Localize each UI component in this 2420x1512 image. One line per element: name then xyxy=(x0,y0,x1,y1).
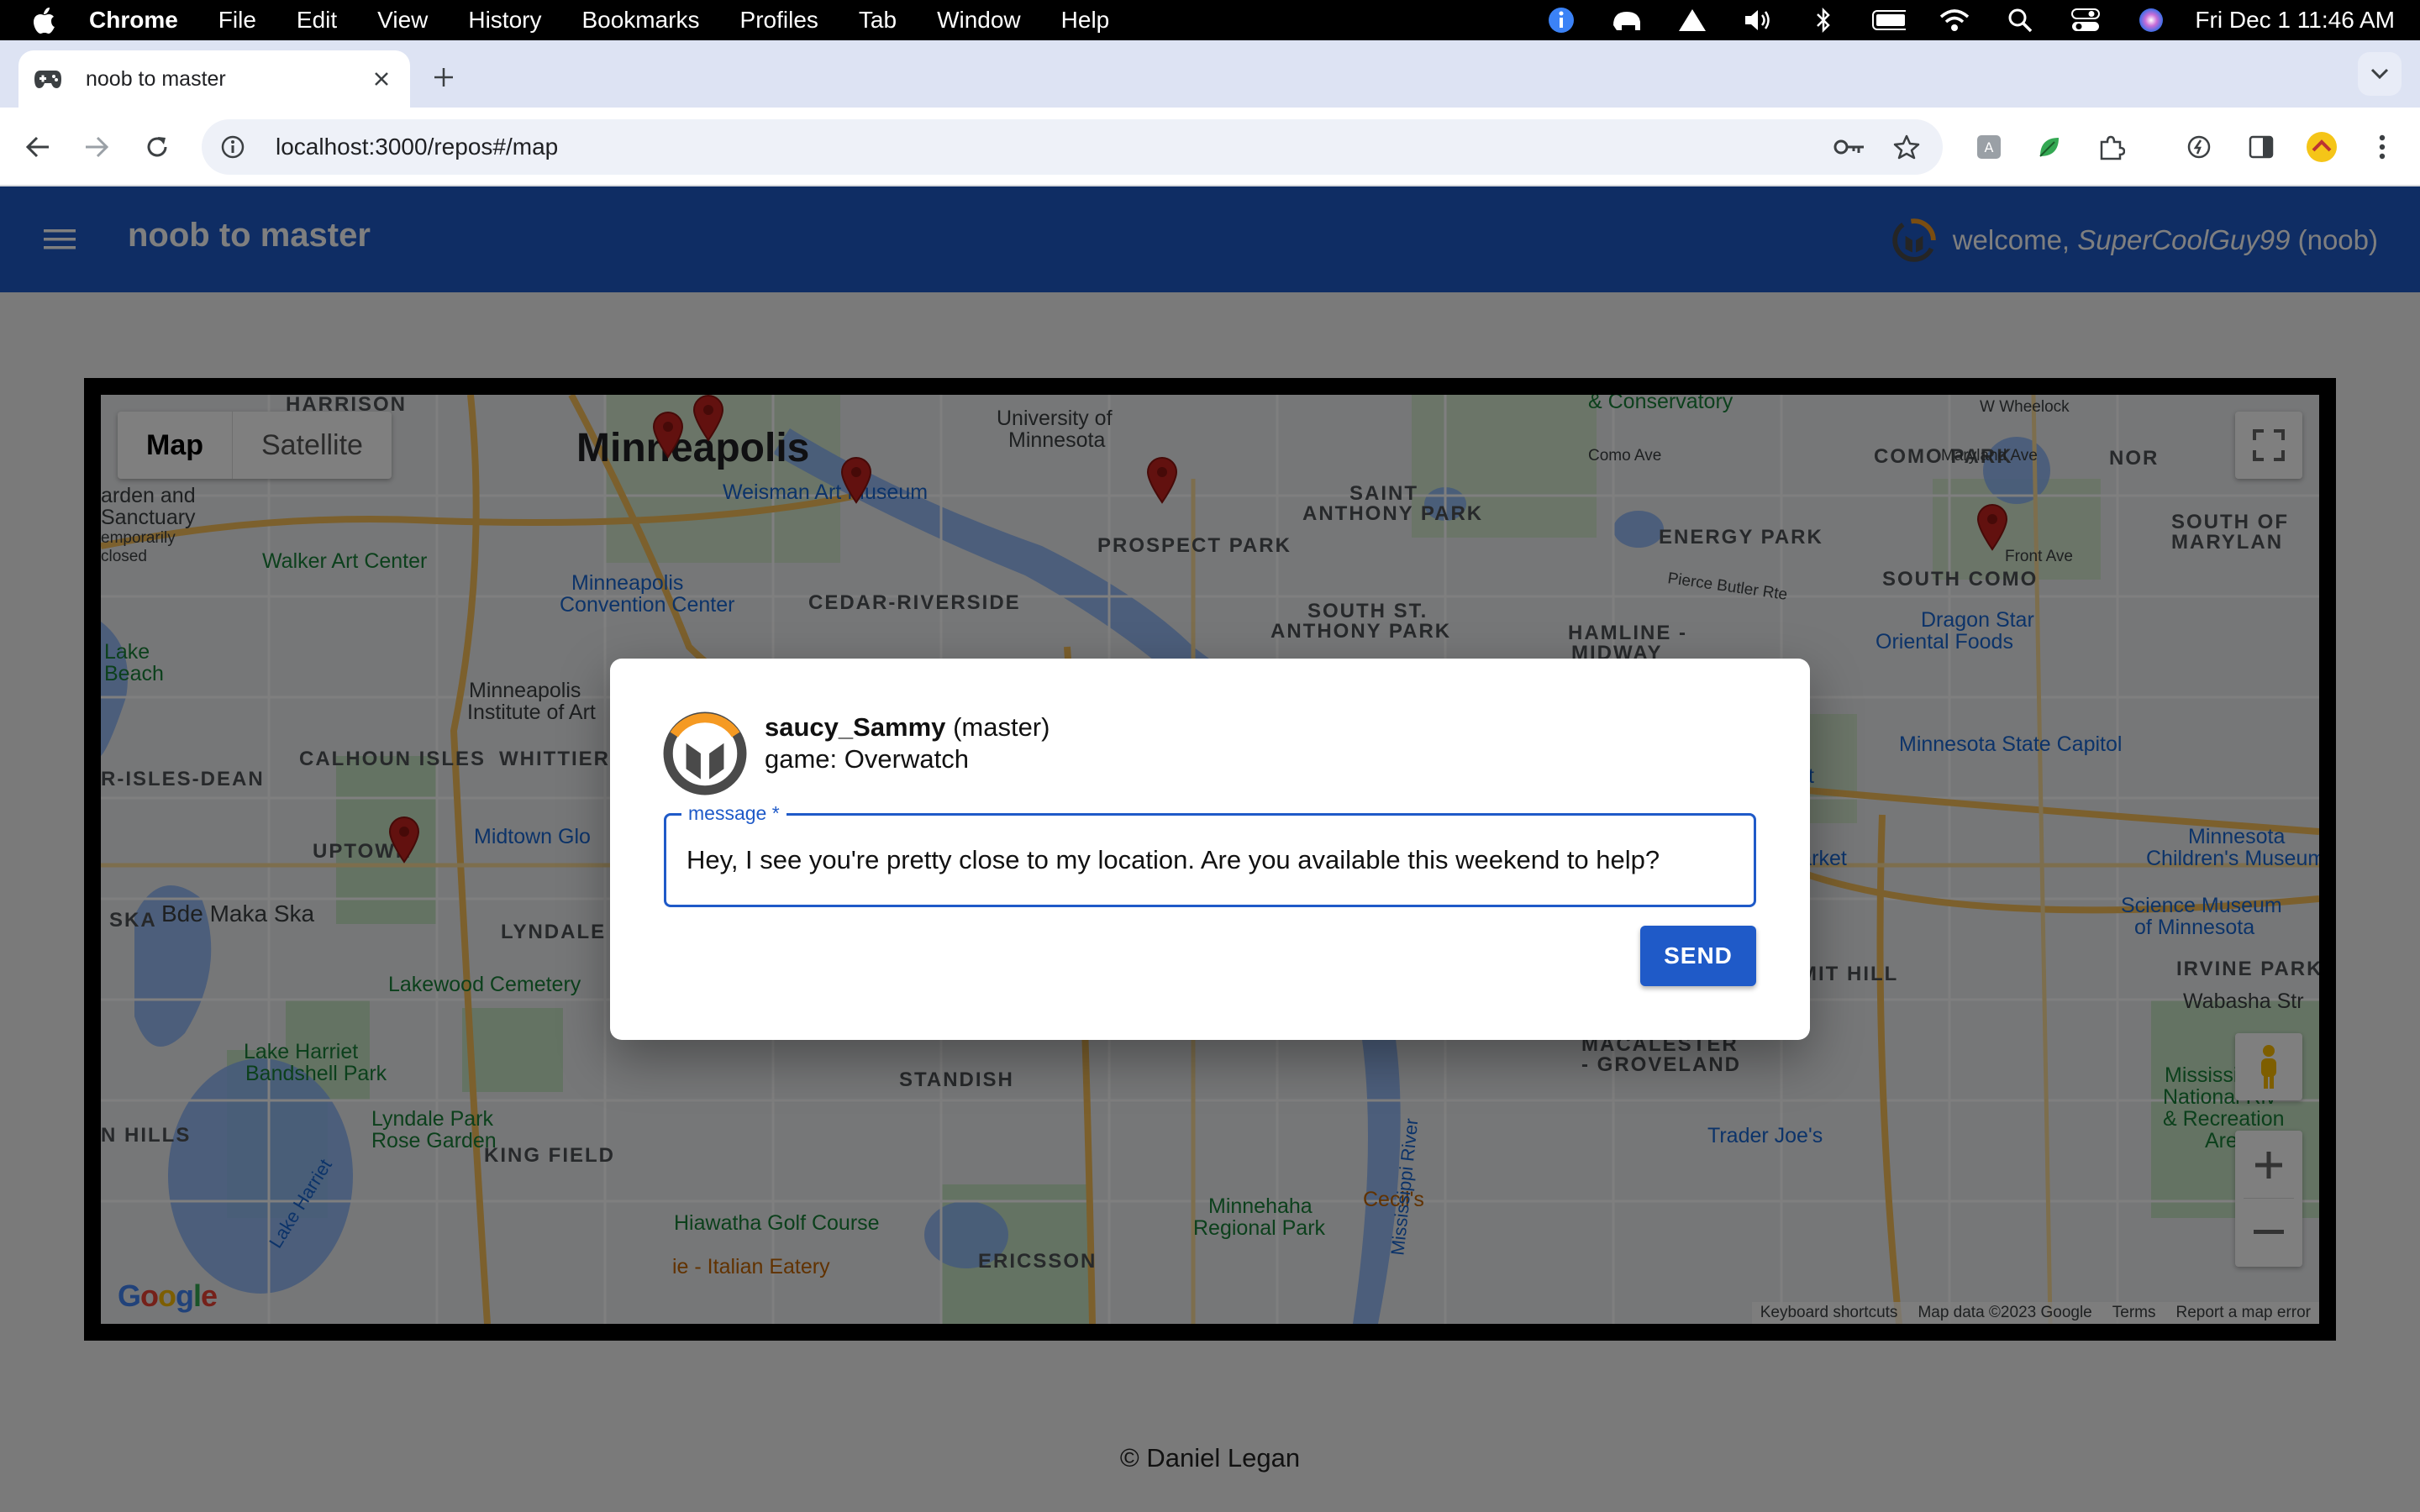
tab-close-icon[interactable] xyxy=(366,64,397,94)
info-status-icon[interactable] xyxy=(1544,3,1578,37)
message-field: message * xyxy=(664,802,1756,907)
new-tab-plus-icon[interactable] xyxy=(427,60,460,94)
back-arrow-icon[interactable] xyxy=(18,128,57,166)
forward-arrow-icon[interactable] xyxy=(77,128,116,166)
tab-search-chevron-icon[interactable] xyxy=(2358,52,2402,96)
message-dialog: saucy_Sammy (master) game: Overwatch mes… xyxy=(610,659,1810,1040)
menu-bookmarks[interactable]: Bookmarks xyxy=(581,7,699,34)
profile-avatar-icon[interactable] xyxy=(2301,126,2343,168)
url-text[interactable]: localhost:3000/repos#/map xyxy=(276,134,1828,160)
menu-tab[interactable]: Tab xyxy=(859,7,897,34)
extension-translate-icon[interactable]: A xyxy=(1968,126,2010,168)
control-center-icon[interactable] xyxy=(2069,3,2102,37)
extension-leaf-icon[interactable] xyxy=(2028,126,2070,168)
menubar-clock[interactable]: Fri Dec 1 11:46 AM xyxy=(2195,7,2395,34)
menu-view[interactable]: View xyxy=(377,7,428,34)
menu-history[interactable]: History xyxy=(468,7,541,34)
wifi-icon[interactable] xyxy=(1938,3,1971,37)
message-input[interactable] xyxy=(687,816,1728,905)
recipient-game: game: Overwatch xyxy=(765,744,969,774)
footer-copyright: © Daniel Legan xyxy=(1119,1443,1301,1473)
chrome-menu-kebab-icon[interactable] xyxy=(2361,126,2403,168)
extensions-puzzle-icon[interactable] xyxy=(2091,126,2133,168)
gamepad-favicon-icon xyxy=(34,65,62,93)
siri-icon[interactable] xyxy=(2134,3,2168,37)
send-button[interactable]: SEND xyxy=(1640,926,1756,986)
svg-text:A: A xyxy=(1985,139,1994,155)
recipient-line: saucy_Sammy (master) xyxy=(765,712,1050,743)
overwatch-avatar-icon xyxy=(663,711,747,795)
menu-file[interactable]: File xyxy=(218,7,256,34)
macos-menubar: Chrome File Edit View History Bookmarks … xyxy=(0,0,2420,40)
browser-tab[interactable]: noob to master xyxy=(18,50,410,108)
menu-window[interactable]: Window xyxy=(937,7,1021,34)
drive-status-icon[interactable] xyxy=(1676,3,1709,37)
menu-chrome[interactable]: Chrome xyxy=(89,7,178,34)
performance-icon[interactable] xyxy=(2178,126,2220,168)
menu-help[interactable]: Help xyxy=(1061,7,1110,34)
bookmark-star-icon[interactable] xyxy=(1886,126,1928,168)
tab-title: noob to master xyxy=(86,66,226,91)
elephant-status-icon[interactable] xyxy=(1610,3,1644,37)
apple-icon[interactable] xyxy=(30,6,59,34)
browser-toolbar: localhost:3000/repos#/map A xyxy=(0,108,2420,186)
password-key-icon[interactable] xyxy=(1828,126,1870,168)
volume-icon[interactable] xyxy=(1741,3,1775,37)
bluetooth-icon[interactable] xyxy=(1807,3,1840,37)
side-panel-icon[interactable] xyxy=(2240,126,2282,168)
menu-edit[interactable]: Edit xyxy=(297,7,337,34)
battery-icon[interactable] xyxy=(1872,3,1907,37)
tab-strip: noob to master xyxy=(0,40,2420,108)
recipient-username: saucy_Sammy xyxy=(765,712,946,742)
address-bar[interactable]: localhost:3000/repos#/map xyxy=(202,119,1943,175)
reload-icon[interactable] xyxy=(138,128,176,166)
recipient-rank: (master) xyxy=(953,712,1050,742)
menu-profiles[interactable]: Profiles xyxy=(740,7,818,34)
site-info-icon[interactable] xyxy=(213,128,252,166)
spotlight-search-icon[interactable] xyxy=(2003,3,2037,37)
